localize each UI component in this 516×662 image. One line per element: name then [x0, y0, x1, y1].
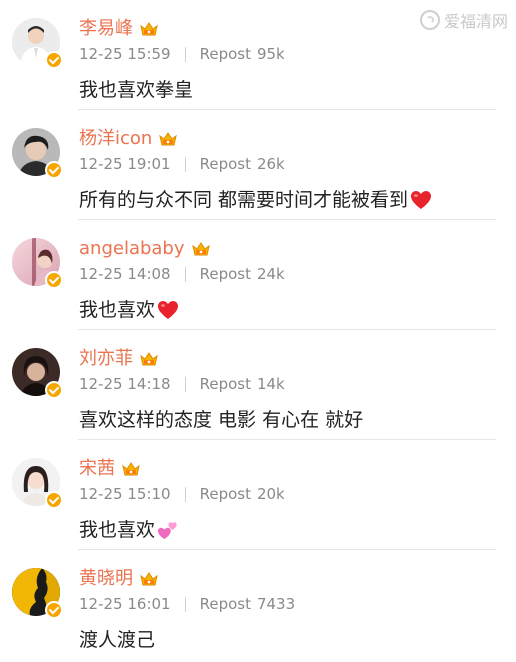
comment-feed: 李易峰 12-25 15:59 Repost 95k 我也喜欢拳皇 杨洋icon…: [0, 0, 516, 660]
meta-divider: [184, 266, 186, 282]
meta-divider: [184, 156, 186, 172]
meta-divider: [184, 46, 186, 62]
comment-body: 渡人渡己: [79, 629, 156, 651]
repost-count: 95k: [256, 45, 285, 63]
post-time: 12-25 15:59: [79, 45, 171, 63]
repost-count: 7433: [256, 595, 296, 613]
watermark-logo-icon: [419, 10, 440, 30]
repost-count: 24k: [256, 265, 285, 283]
user-name[interactable]: 李易峰: [79, 17, 133, 41]
user-name[interactable]: 杨洋icon: [79, 127, 152, 151]
verified-badge-icon: [45, 161, 63, 179]
repost-count: 14k: [256, 375, 285, 393]
comment-text: 我也喜欢: [79, 297, 179, 323]
user-name[interactable]: 刘亦菲: [79, 347, 133, 371]
watermark-text: 爱福清网: [443, 12, 508, 31]
red-heart-icon: [158, 301, 179, 319]
comment-meta: 12-25 14:18 Repost 14k: [79, 374, 285, 394]
vip-crown-badge-icon: [140, 352, 158, 366]
verified-badge-icon: [45, 601, 63, 619]
comment-body: 喜欢这样的态度 电影 有心在 就好: [79, 409, 364, 431]
repost-label[interactable]: Repost: [200, 154, 251, 174]
comment-text: 所有的与众不同 都需要时间才能被看到: [79, 187, 432, 213]
repost-label[interactable]: Repost: [200, 44, 251, 64]
comment-text: 我也喜欢拳皇: [79, 77, 193, 103]
comment-meta: 12-25 16:01 Repost 7433: [79, 594, 295, 614]
verified-badge-icon: [45, 381, 63, 399]
post-time: 12-25 15:10: [79, 485, 171, 503]
comment-meta: 12-25 14:08 Repost 24k: [79, 264, 285, 284]
post-time: 12-25 16:01: [79, 595, 171, 613]
avatar-container[interactable]: [12, 348, 63, 399]
meta-divider: [184, 596, 186, 612]
avatar-container[interactable]: [12, 568, 63, 619]
vip-crown-badge-icon: [140, 22, 158, 36]
verified-badge-icon: [45, 491, 63, 509]
comment-item: angelababy 12-25 14:08 Repost 24k 我也喜欢: [0, 220, 516, 330]
post-time: 12-25 14:08: [79, 265, 171, 283]
meta-divider: [184, 376, 186, 392]
vip-crown-badge-icon: [122, 462, 140, 476]
comment-item: 宋茜 12-25 15:10 Repost 20k 我也喜欢: [0, 440, 516, 550]
user-name[interactable]: angelababy: [79, 237, 185, 261]
avatar-container[interactable]: [12, 18, 63, 69]
comment-body: 我也喜欢拳皇: [79, 79, 194, 101]
avatar-container[interactable]: [12, 128, 63, 179]
comment-text: 我也喜欢: [79, 517, 179, 543]
comment-body: 我也喜欢: [79, 299, 156, 321]
vip-crown-badge-icon: [159, 132, 178, 146]
user-name[interactable]: 宋茜: [79, 457, 115, 481]
verified-badge-icon: [45, 271, 63, 289]
vip-crown-badge-icon: [140, 572, 158, 586]
comment-item: 杨洋icon 12-25 19:01 Repost 26k 所有的与众不同 都需…: [0, 110, 516, 220]
comment-meta: 12-25 15:10 Repost 20k: [79, 484, 285, 504]
post-time: 12-25 14:18: [79, 375, 171, 393]
repost-label[interactable]: Repost: [200, 374, 251, 394]
verified-badge-icon: [45, 51, 63, 69]
comment-body: 所有的与众不同 都需要时间才能被看到: [79, 189, 409, 211]
comment-meta: 12-25 19:01 Repost 26k: [79, 154, 285, 174]
pink-hearts-icon: [158, 522, 177, 540]
meta-divider: [184, 486, 186, 502]
repost-label[interactable]: Repost: [200, 264, 251, 284]
repost-count: 26k: [256, 155, 285, 173]
red-heart-icon: [411, 191, 432, 209]
site-watermark: 爱福清网: [419, 8, 508, 32]
post-time: 12-25 19:01: [79, 155, 171, 173]
repost-label[interactable]: Repost: [200, 594, 251, 614]
comment-text: 渡人渡己: [79, 627, 155, 653]
vip-crown-badge-icon: [191, 242, 210, 256]
avatar-container[interactable]: [12, 458, 63, 509]
repost-label[interactable]: Repost: [200, 484, 251, 504]
avatar-container[interactable]: [12, 238, 63, 289]
comment-item: 黄晓明 12-25 16:01 Repost 7433 渡人渡己: [0, 550, 516, 660]
comment-body: 我也喜欢: [79, 519, 156, 541]
user-name[interactable]: 黄晓明: [79, 567, 133, 591]
comment-item: 刘亦菲 12-25 14:18 Repost 14k 喜欢这样的态度 电影 有心…: [0, 330, 516, 440]
comment-meta: 12-25 15:59 Repost 95k: [79, 44, 285, 64]
repost-count: 20k: [256, 485, 285, 503]
comment-text: 喜欢这样的态度 电影 有心在 就好: [79, 407, 363, 433]
